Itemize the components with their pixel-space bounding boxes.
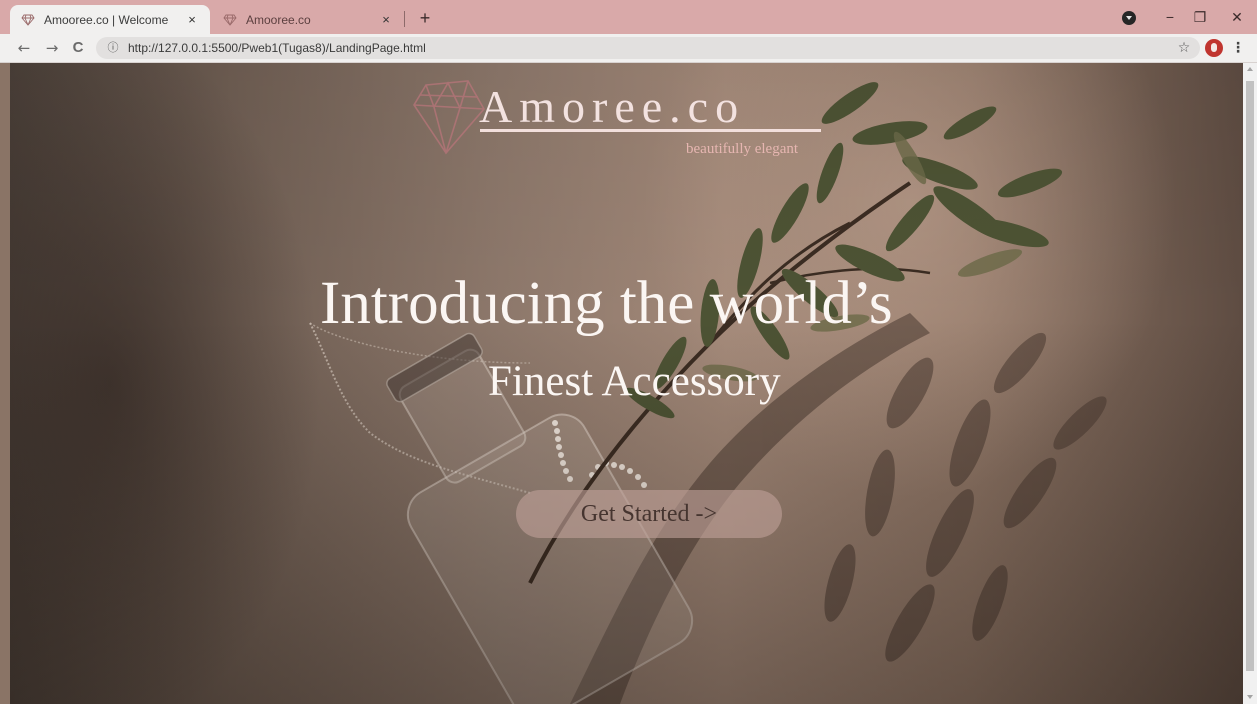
brand-underline: [480, 129, 821, 132]
brand-tagline: beautifully elegant: [686, 141, 799, 157]
get-started-button[interactable]: Get Started ->: [516, 490, 782, 538]
tab-strip: Amooree.co | Welcome × Amooree.co × + − …: [0, 0, 1257, 34]
tab-amooree[interactable]: Amooree.co ×: [212, 5, 404, 34]
hero-title: Introducing the world’s: [320, 270, 893, 337]
tab-title: Amooree.co | Welcome: [44, 12, 169, 27]
media-control-icon[interactable]: [1122, 11, 1136, 25]
tab-divider: [404, 11, 405, 27]
close-tab-icon[interactable]: ×: [378, 12, 394, 28]
reload-button[interactable]: C: [68, 38, 88, 58]
profile-avatar[interactable]: [1205, 39, 1223, 57]
browser-toolbar: ← → C ⓘ http://127.0.0.1:5500/Pweb1(Tuga…: [0, 34, 1257, 63]
bookmark-star-icon[interactable]: ☆: [1174, 38, 1194, 58]
scroll-down-arrow-icon[interactable]: [1247, 695, 1253, 699]
forward-button[interactable]: →: [42, 38, 62, 58]
back-button[interactable]: ←: [14, 38, 34, 58]
url-text[interactable]: http://127.0.0.1:5500/Pweb1(Tugas8)/Land…: [128, 41, 426, 55]
diamond-logo-icon: [413, 80, 485, 155]
landing-page: Amoree.co beautifully elegant Introducin…: [10, 63, 1243, 704]
page-scrollbar[interactable]: [1243, 63, 1257, 704]
tab-welcome[interactable]: Amooree.co | Welcome ×: [10, 5, 210, 34]
browser-menu-icon[interactable]: ⋮: [1230, 38, 1246, 58]
close-window-button[interactable]: ✕: [1222, 4, 1252, 30]
tab-title: Amooree.co: [246, 12, 311, 27]
brand-name[interactable]: Amoree.co: [479, 80, 745, 134]
scrollbar-thumb[interactable]: [1246, 81, 1254, 671]
address-bar[interactable]: ⓘ http://127.0.0.1:5500/Pweb1(Tugas8)/La…: [96, 37, 1200, 59]
scroll-up-arrow-icon[interactable]: [1247, 67, 1253, 71]
close-tab-icon[interactable]: ×: [184, 12, 200, 28]
hero-subtitle: Finest Accessory: [488, 358, 781, 405]
restore-button[interactable]: ❐: [1185, 4, 1215, 30]
diamond-icon: [20, 12, 36, 28]
diamond-icon: [222, 12, 238, 28]
minimize-button[interactable]: −: [1155, 4, 1185, 30]
info-icon[interactable]: ⓘ: [106, 41, 120, 55]
new-tab-button[interactable]: +: [414, 7, 436, 29]
